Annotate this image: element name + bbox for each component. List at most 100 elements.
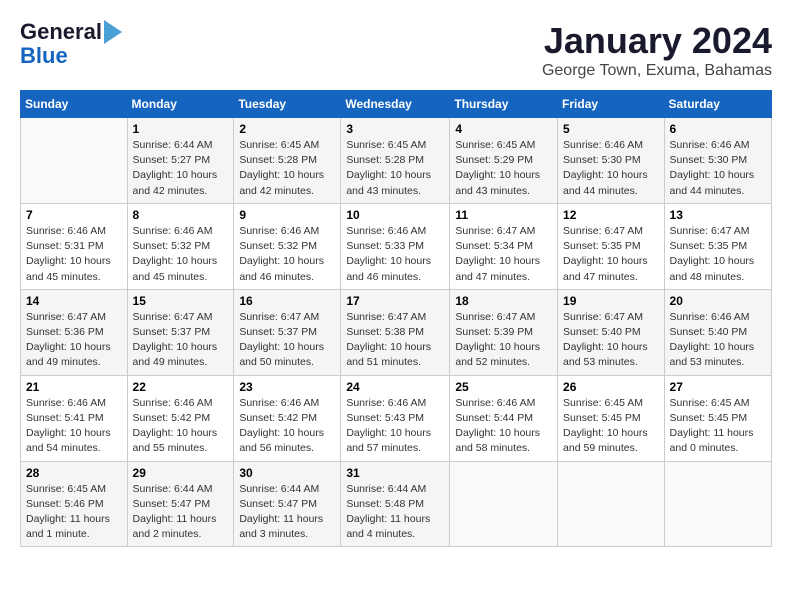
logo-arrow-icon — [104, 20, 122, 44]
day-number: 30 — [239, 466, 335, 480]
day-number: 12 — [563, 208, 659, 222]
calendar-header-row: SundayMondayTuesdayWednesdayThursdayFrid… — [21, 91, 772, 118]
calendar-week-row: 1Sunrise: 6:44 AMSunset: 5:27 PMDaylight… — [21, 118, 772, 204]
day-info: Sunrise: 6:45 AMSunset: 5:46 PMDaylight:… — [26, 482, 122, 543]
day-info: Sunrise: 6:46 AMSunset: 5:40 PMDaylight:… — [670, 310, 766, 371]
calendar-cell: 1Sunrise: 6:44 AMSunset: 5:27 PMDaylight… — [127, 118, 234, 204]
calendar-cell: 21Sunrise: 6:46 AMSunset: 5:41 PMDayligh… — [21, 375, 128, 461]
calendar-cell: 12 Sunrise: 6:47 AMSunset: 5:35 PMDayligh… — [558, 203, 665, 289]
calendar-cell: 11 Sunrise: 6:47 AMSunset: 5:34 PMDayligh… — [450, 203, 558, 289]
calendar-week-row: 21Sunrise: 6:46 AMSunset: 5:41 PMDayligh… — [21, 375, 772, 461]
calendar-cell: 14 Sunrise: 6:47 AMSunset: 5:36 PMDayligh… — [21, 289, 128, 375]
calendar-cell: 20Sunrise: 6:46 AMSunset: 5:40 PMDayligh… — [664, 289, 771, 375]
day-info: Sunrise: 6:47 AMSunset: 5:37 PMDaylight:… — [239, 310, 335, 371]
day-number: 17 — [346, 294, 444, 308]
day-info: Sunrise: 6:47 AMSunset: 5:34 PMDaylight:… — [455, 224, 552, 285]
day-info: Sunrise: 6:46 AMSunset: 5:30 PMDaylight:… — [563, 138, 659, 199]
day-info: Sunrise: 6:46 AMSunset: 5:42 PMDaylight:… — [133, 396, 229, 457]
day-number: 29 — [133, 466, 229, 480]
calendar-cell — [450, 461, 558, 547]
day-info: Sunrise: 6:46 AMSunset: 5:33 PMDaylight:… — [346, 224, 444, 285]
calendar-cell: 31 Sunrise: 6:44 AMSunset: 5:48 PMDayligh… — [341, 461, 450, 547]
calendar-cell: 8 Sunrise: 6:46 AMSunset: 5:32 PMDaylight… — [127, 203, 234, 289]
day-info: Sunrise: 6:45 AMSunset: 5:45 PMDaylight:… — [670, 396, 766, 457]
day-number: 26 — [563, 380, 659, 394]
day-number: 8 — [133, 208, 229, 222]
logo-general: General — [20, 20, 102, 44]
day-info: Sunrise: 6:47 AMSunset: 5:36 PMDaylight:… — [26, 310, 122, 371]
day-number: 27 — [670, 380, 766, 394]
day-info: Sunrise: 6:46 AMSunset: 5:32 PMDaylight:… — [239, 224, 335, 285]
day-number: 6 — [670, 122, 766, 136]
day-number: 24 — [346, 380, 444, 394]
calendar-cell: 28Sunrise: 6:45 AMSunset: 5:46 PMDayligh… — [21, 461, 128, 547]
calendar-cell: 24Sunrise: 6:46 AMSunset: 5:43 PMDayligh… — [341, 375, 450, 461]
day-number: 7 — [26, 208, 122, 222]
calendar-cell: 17 Sunrise: 6:47 AMSunset: 5:38 PMDayligh… — [341, 289, 450, 375]
day-of-week-header: Thursday — [450, 91, 558, 118]
day-info: Sunrise: 6:47 AMSunset: 5:40 PMDaylight:… — [563, 310, 659, 371]
calendar-cell: 9 Sunrise: 6:46 AMSunset: 5:32 PMDaylight… — [234, 203, 341, 289]
day-info: Sunrise: 6:47 AMSunset: 5:37 PMDaylight:… — [133, 310, 229, 371]
day-info: Sunrise: 6:46 AMSunset: 5:31 PMDaylight:… — [26, 224, 122, 285]
month-title: January 2024 — [542, 20, 772, 62]
calendar-week-row: 28Sunrise: 6:45 AMSunset: 5:46 PMDayligh… — [21, 461, 772, 547]
day-info: Sunrise: 6:45 AMSunset: 5:29 PMDaylight:… — [455, 138, 552, 199]
day-number: 14 — [26, 294, 122, 308]
day-number: 4 — [455, 122, 552, 136]
calendar-cell: 27 Sunrise: 6:45 AMSunset: 5:45 PMDayligh… — [664, 375, 771, 461]
day-of-week-header: Wednesday — [341, 91, 450, 118]
calendar-cell: 23 Sunrise: 6:46 AMSunset: 5:42 PMDayligh… — [234, 375, 341, 461]
day-number: 9 — [239, 208, 335, 222]
calendar-cell: 16Sunrise: 6:47 AMSunset: 5:37 PMDayligh… — [234, 289, 341, 375]
day-number: 19 — [563, 294, 659, 308]
calendar-cell: 19 Sunrise: 6:47 AMSunset: 5:40 PMDayligh… — [558, 289, 665, 375]
day-number: 3 — [346, 122, 444, 136]
calendar-week-row: 14 Sunrise: 6:47 AMSunset: 5:36 PMDayligh… — [21, 289, 772, 375]
calendar-cell: 5Sunrise: 6:46 AMSunset: 5:30 PMDaylight… — [558, 118, 665, 204]
day-info: Sunrise: 6:46 AMSunset: 5:44 PMDaylight:… — [455, 396, 552, 457]
day-info: Sunrise: 6:44 AMSunset: 5:47 PMDaylight:… — [239, 482, 335, 543]
day-number: 18 — [455, 294, 552, 308]
day-of-week-header: Saturday — [664, 91, 771, 118]
day-number: 2 — [239, 122, 335, 136]
calendar-cell: 18Sunrise: 6:47 AMSunset: 5:39 PMDayligh… — [450, 289, 558, 375]
day-number: 15 — [133, 294, 229, 308]
title-block: January 2024 George Town, Exuma, Bahamas — [542, 20, 772, 80]
calendar-cell: 26 Sunrise: 6:45 AMSunset: 5:45 PMDayligh… — [558, 375, 665, 461]
calendar-cell: 4 Sunrise: 6:45 AMSunset: 5:29 PMDaylight… — [450, 118, 558, 204]
logo: General Blue — [20, 20, 122, 68]
calendar-cell: 30 Sunrise: 6:44 AMSunset: 5:47 PMDayligh… — [234, 461, 341, 547]
day-of-week-header: Sunday — [21, 91, 128, 118]
day-info: Sunrise: 6:46 AMSunset: 5:32 PMDaylight:… — [133, 224, 229, 285]
page-header: General Blue January 2024 George Town, E… — [20, 20, 772, 80]
day-info: Sunrise: 6:45 AMSunset: 5:28 PMDaylight:… — [346, 138, 444, 199]
calendar-cell: 25Sunrise: 6:46 AMSunset: 5:44 PMDayligh… — [450, 375, 558, 461]
day-number: 11 — [455, 208, 552, 222]
day-info: Sunrise: 6:47 AMSunset: 5:38 PMDaylight:… — [346, 310, 444, 371]
day-number: 10 — [346, 208, 444, 222]
day-number: 21 — [26, 380, 122, 394]
day-number: 13 — [670, 208, 766, 222]
calendar-week-row: 7 Sunrise: 6:46 AMSunset: 5:31 PMDaylight… — [21, 203, 772, 289]
calendar-table: SundayMondayTuesdayWednesdayThursdayFrid… — [20, 90, 772, 547]
day-number: 31 — [346, 466, 444, 480]
day-info: Sunrise: 6:45 AMSunset: 5:45 PMDaylight:… — [563, 396, 659, 457]
calendar-cell: 13 Sunrise: 6:47 AMSunset: 5:35 PMDayligh… — [664, 203, 771, 289]
day-number: 23 — [239, 380, 335, 394]
day-of-week-header: Tuesday — [234, 91, 341, 118]
day-of-week-header: Monday — [127, 91, 234, 118]
calendar-cell: 10 Sunrise: 6:46 AMSunset: 5:33 PMDayligh… — [341, 203, 450, 289]
calendar-cell: 6Sunrise: 6:46 AMSunset: 5:30 PMDaylight… — [664, 118, 771, 204]
day-info: Sunrise: 6:46 AMSunset: 5:42 PMDaylight:… — [239, 396, 335, 457]
day-info: Sunrise: 6:47 AMSunset: 5:35 PMDaylight:… — [563, 224, 659, 285]
day-info: Sunrise: 6:47 AMSunset: 5:35 PMDaylight:… — [670, 224, 766, 285]
day-number: 22 — [133, 380, 229, 394]
logo-blue: Blue — [20, 44, 68, 68]
day-info: Sunrise: 6:44 AMSunset: 5:27 PMDaylight:… — [133, 138, 229, 199]
day-info: Sunrise: 6:44 AMSunset: 5:48 PMDaylight:… — [346, 482, 444, 543]
calendar-cell: 22 Sunrise: 6:46 AMSunset: 5:42 PMDayligh… — [127, 375, 234, 461]
calendar-cell: 2Sunrise: 6:45 AMSunset: 5:28 PMDaylight… — [234, 118, 341, 204]
calendar-cell — [558, 461, 665, 547]
calendar-cell: 29Sunrise: 6:44 AMSunset: 5:47 PMDayligh… — [127, 461, 234, 547]
